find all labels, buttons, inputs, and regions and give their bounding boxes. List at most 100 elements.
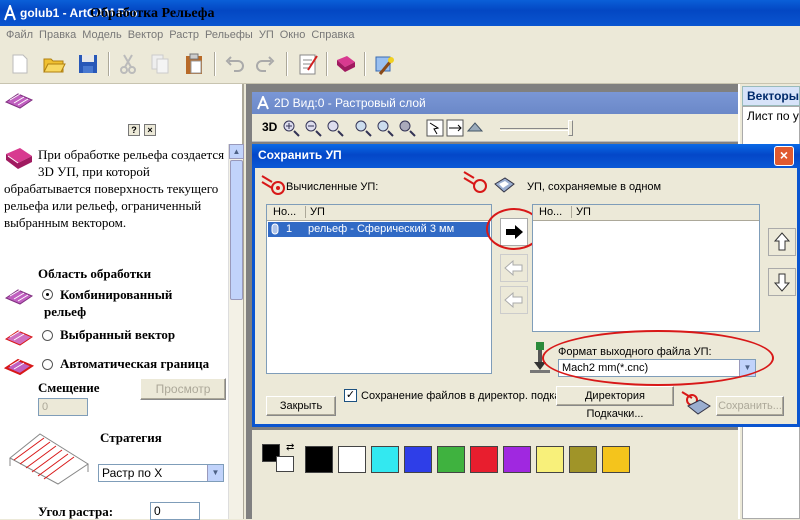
option-selected-vector[interactable]: Выбранный вектор (4, 327, 226, 347)
zoom-slider-track[interactable] (500, 128, 570, 131)
wizard-icon[interactable] (370, 50, 398, 78)
open-folder-icon[interactable] (40, 50, 68, 78)
node-edit-icon[interactable] (466, 119, 484, 137)
chevron-down-icon[interactable]: ▼ (207, 465, 223, 481)
palette-swatch[interactable] (338, 446, 366, 473)
zoom-slider-thumb[interactable] (568, 120, 573, 136)
palette-swatch[interactable] (569, 446, 597, 473)
menu-item-6[interactable]: УП (256, 27, 277, 43)
vectors-list-item[interactable]: Лист по у (747, 109, 799, 123)
panel-scrollbar[interactable]: ▲ (228, 144, 244, 519)
scrollbar-thumb[interactable] (230, 160, 243, 300)
view-window-title-bar: 2D Вид:0 - Растровый слой (252, 92, 798, 114)
background-color-swatch[interactable] (276, 456, 294, 472)
column-header-toolpath[interactable]: УП (571, 206, 591, 218)
palette-swatch[interactable] (437, 446, 465, 473)
zoom-in-icon[interactable] (282, 119, 300, 137)
swap-directory-button[interactable]: Директория Подкачки... (556, 386, 674, 420)
palette-swatch[interactable] (503, 446, 531, 473)
toolbar-separator (286, 52, 288, 76)
book-icon[interactable] (332, 50, 360, 78)
menu-bar: Файл Правка Модель Вектор Растр Рельефы УП Окно… (0, 26, 800, 44)
palette-swatch[interactable] (602, 446, 630, 473)
raster-angle-field[interactable]: 0 (150, 502, 200, 520)
move-all-left-button[interactable] (500, 286, 528, 314)
column-header-number[interactable]: Но... (273, 206, 296, 218)
menu-item-0[interactable]: Файл (3, 27, 36, 43)
computed-toolpaths-icon (260, 172, 286, 199)
notes-icon[interactable] (294, 50, 322, 78)
menu-item-1[interactable]: Правка (36, 27, 79, 43)
save-to-swap-dir-checkbox[interactable]: ✓ (344, 389, 357, 402)
close-dialog-button[interactable]: Закрыть (266, 396, 336, 416)
column-header-number[interactable]: Но... (539, 206, 562, 218)
dialog-title: Сохранить УП (258, 148, 342, 162)
redo-icon[interactable] (252, 50, 280, 78)
menu-item-2[interactable]: Модель (79, 27, 124, 43)
zoom-out-icon[interactable] (304, 119, 322, 137)
menu-item-7[interactable]: Окно (277, 27, 309, 43)
zoom-fit-icon[interactable] (354, 119, 372, 137)
palette-swatch[interactable] (371, 446, 399, 473)
save-to-swap-dir-label: Сохранение файлов в директор. подкачки (361, 390, 577, 402)
paste-icon[interactable] (180, 50, 208, 78)
artcam-logo-icon (256, 94, 270, 113)
menu-item-5[interactable]: Рельефы (202, 27, 256, 43)
move-left-button[interactable] (500, 254, 528, 282)
radio-auto-boundary[interactable] (42, 359, 53, 370)
palette-swatch[interactable] (536, 446, 564, 473)
palette-swatch[interactable] (404, 446, 432, 473)
menu-item-4[interactable]: Растр (166, 27, 202, 43)
save-button[interactable]: Сохранить... (716, 396, 784, 416)
table-row[interactable]: 1 рельеф - Сферический 3 мм (268, 222, 490, 237)
scroll-up-icon[interactable]: ▲ (229, 144, 244, 159)
vectors-panel-header: Векторы (742, 86, 800, 106)
strategy-label: Стратегия (100, 430, 162, 445)
computed-toolpaths-label: Вычисленные УП: (286, 181, 379, 193)
menu-item-3[interactable]: Вектор (125, 27, 167, 43)
option-auto-boundary[interactable]: Автоматическая граница (3, 356, 226, 376)
undo-icon[interactable] (220, 50, 248, 78)
help-button[interactable]: ? (128, 124, 140, 136)
transform-tool-icon[interactable] (446, 119, 464, 137)
option-combined-relief[interactable]: Комбинированный рельеф (4, 286, 226, 320)
palette-swatch[interactable] (305, 446, 333, 473)
save-icon[interactable] (74, 50, 102, 78)
select-tool-icon[interactable] (426, 119, 444, 137)
column-header-toolpath[interactable]: УП (305, 206, 325, 218)
main-toolbar (0, 44, 800, 84)
dialog-title-bar: Сохранить УП (252, 144, 800, 168)
toolbar-separator (326, 52, 328, 76)
machining-area-label: Область обработки (38, 266, 152, 281)
panel-close-button[interactable]: × (144, 124, 156, 136)
menu-item-8[interactable]: Справка (308, 27, 357, 43)
zoom-all-icon[interactable] (398, 119, 416, 137)
palette-swatch[interactable] (470, 446, 498, 473)
combined-relief-icon (4, 286, 36, 310)
preview-button[interactable]: Просмотр (140, 378, 226, 400)
view-3d-button[interactable]: 3D (262, 120, 277, 134)
toolpath-icon (271, 223, 279, 238)
zoom-previous-icon[interactable] (376, 119, 394, 137)
move-up-button[interactable] (768, 228, 796, 256)
saved-toolpaths-label: УП, сохраняемые в одном (527, 181, 662, 193)
strategy-select[interactable]: Растр по X ▼ (98, 464, 224, 482)
cut-icon[interactable] (114, 50, 142, 78)
artcam-logo-icon (3, 3, 17, 21)
list-header: Но... УП (267, 205, 491, 221)
zoom-window-icon[interactable] (326, 119, 344, 137)
swap-colors-icon[interactable]: ⇄ (286, 442, 294, 453)
auto-boundary-icon (3, 356, 36, 380)
saved-toolpaths-list[interactable]: Но... УП (532, 204, 760, 332)
selected-vector-icon (4, 327, 36, 351)
toolpath-save-icon (462, 168, 492, 197)
highlight-ellipse (542, 330, 774, 386)
computed-toolpaths-list[interactable]: Но... УП 1 рельеф - Сферический 3 мм (266, 204, 492, 374)
dialog-close-icon[interactable]: × (774, 146, 794, 166)
radio-selected-vector[interactable] (42, 330, 53, 341)
new-file-icon[interactable] (6, 50, 34, 78)
move-down-button[interactable] (768, 268, 796, 296)
copy-icon[interactable] (146, 50, 174, 78)
panel-description: При обработке рельефа создается 3D УП, п… (4, 146, 226, 231)
offset-field[interactable]: 0 (38, 398, 88, 416)
